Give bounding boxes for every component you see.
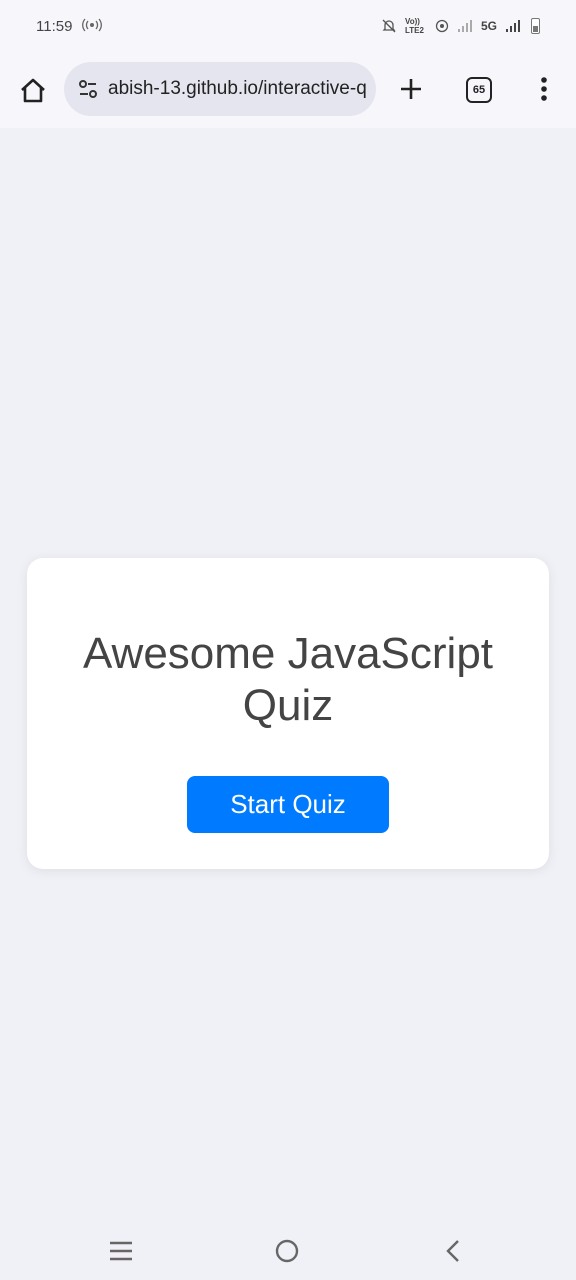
back-icon[interactable] bbox=[444, 1238, 462, 1264]
signal-weak-icon bbox=[457, 20, 472, 32]
url-text[interactable]: abish-13.github.io/interactive-q bbox=[108, 78, 367, 100]
status-time: 11:59 bbox=[36, 17, 73, 35]
wifi-calling-icon bbox=[435, 19, 449, 33]
address-bar[interactable]: abish-13.github.io/interactive-q bbox=[64, 62, 376, 116]
status-bar: 11:59 Vo)) LTE2 5G bbox=[0, 0, 576, 52]
system-nav-bar bbox=[0, 1222, 576, 1280]
hotspot-icon bbox=[82, 18, 103, 35]
battery-icon bbox=[531, 18, 540, 34]
browser-toolbar: abish-13.github.io/interactive-q 65 bbox=[0, 52, 576, 128]
page-title: Awesome JavaScript Quiz bbox=[82, 629, 494, 730]
mute-icon bbox=[382, 19, 396, 33]
signal-strong-icon bbox=[506, 20, 520, 32]
more-menu-icon[interactable] bbox=[532, 74, 556, 104]
status-icons: Vo)) LTE2 5G bbox=[381, 17, 540, 35]
quiz-card: Awesome JavaScript Quiz Start Quiz bbox=[27, 558, 549, 869]
network-type: 5G bbox=[480, 19, 497, 33]
new-tab-icon[interactable] bbox=[396, 74, 426, 104]
tab-count: 65 bbox=[472, 84, 486, 96]
recent-apps-icon[interactable] bbox=[108, 1239, 134, 1263]
tab-switcher-button[interactable]: 65 bbox=[466, 77, 492, 103]
start-quiz-button[interactable]: Start Quiz bbox=[187, 776, 389, 833]
home-nav-icon[interactable] bbox=[274, 1238, 300, 1264]
page-content: Awesome JavaScript Quiz Start Quiz bbox=[0, 128, 576, 1222]
volte-label: Vo)) LTE2 bbox=[404, 17, 424, 35]
site-settings-icon[interactable] bbox=[76, 77, 100, 101]
home-icon[interactable] bbox=[18, 76, 48, 106]
